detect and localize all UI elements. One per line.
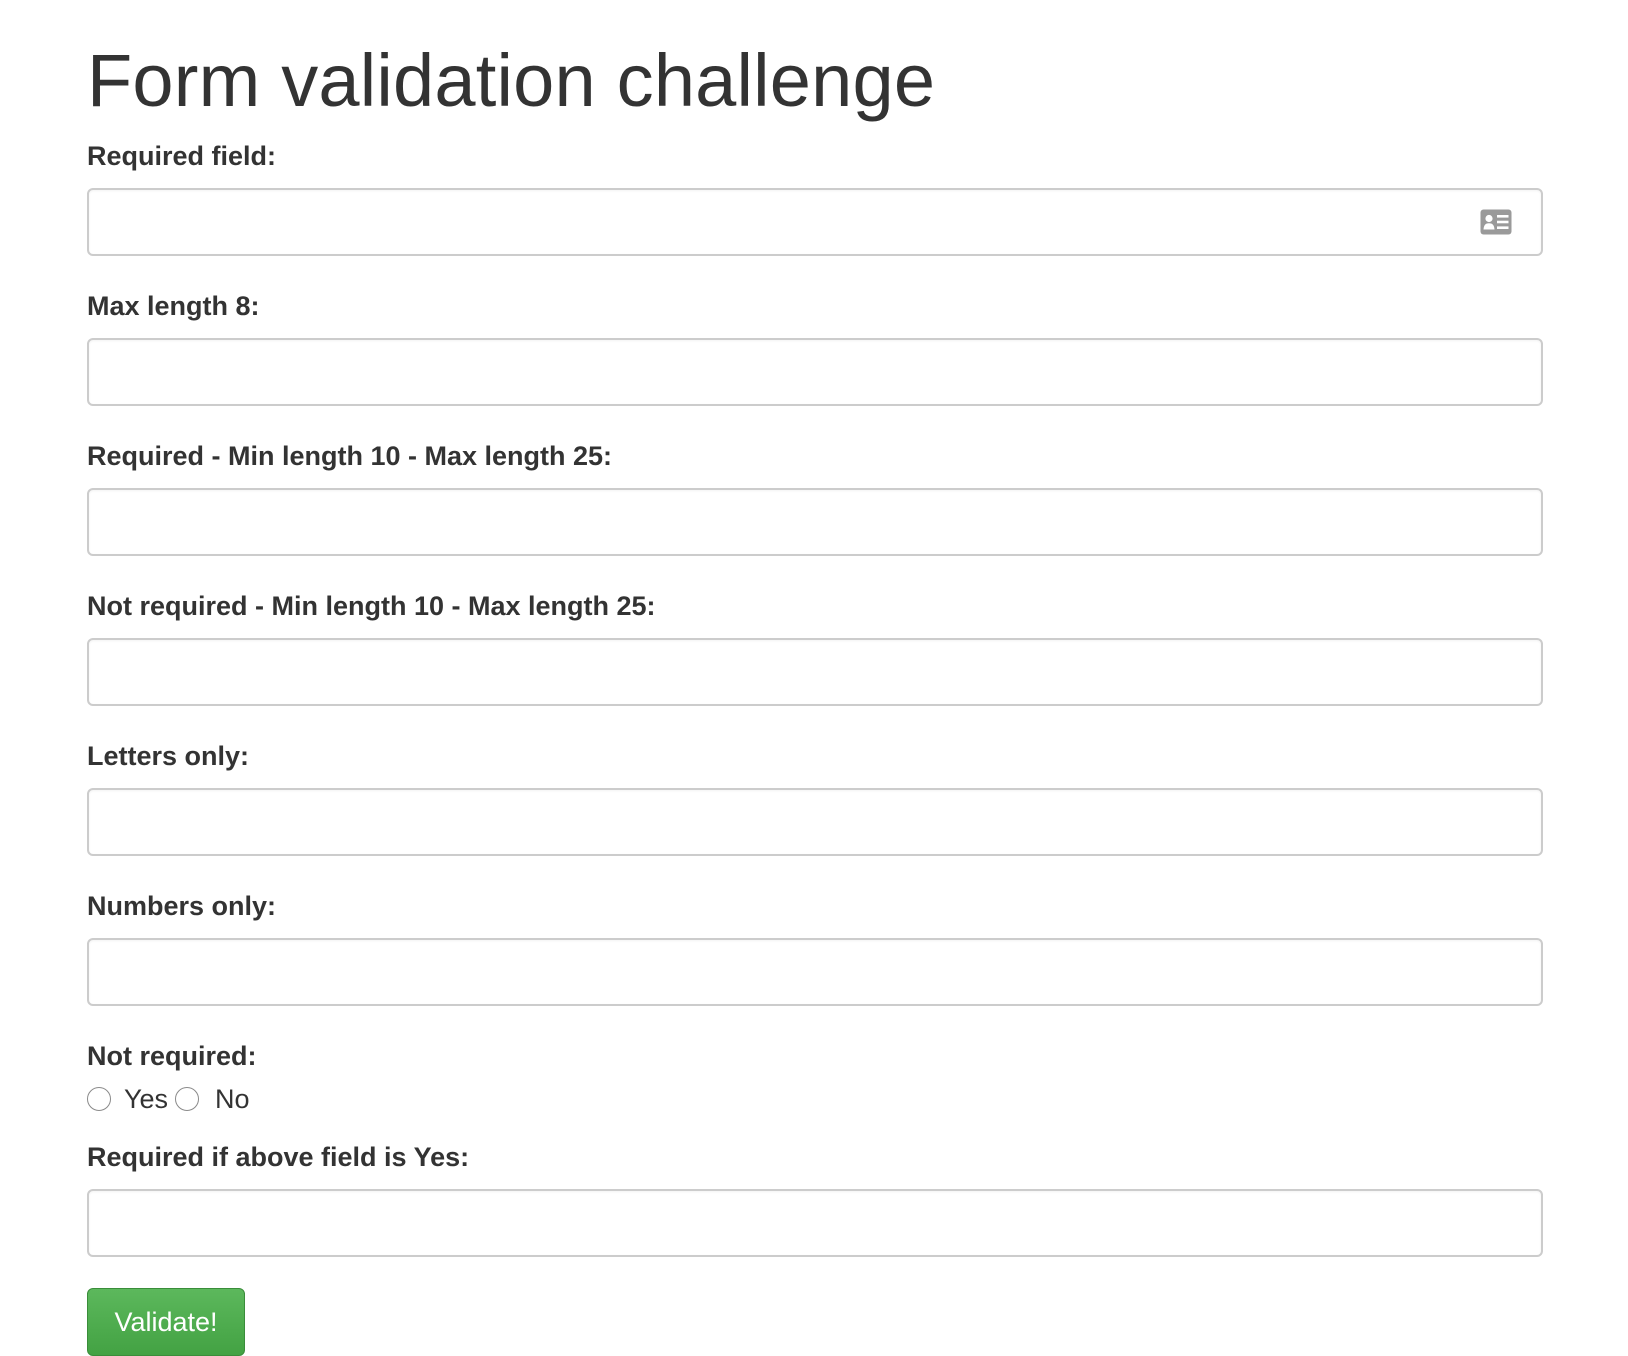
radio-no-button[interactable] — [175, 1087, 200, 1111]
required-min10-max25-input[interactable] — [87, 488, 1543, 556]
required-if-yes-label: Required if above field is Yes: — [87, 1142, 470, 1172]
required-field-label: Required field: — [87, 141, 277, 171]
letters-only-input[interactable] — [87, 788, 1543, 856]
radio-option-yes[interactable]: Yes — [87, 1084, 175, 1115]
radio-no-label: No — [215, 1083, 250, 1114]
radio-option-no[interactable]: No — [175, 1084, 257, 1115]
max-length-8-input[interactable] — [87, 338, 1543, 406]
contact-card-icon[interactable] — [1480, 209, 1512, 235]
validate-button[interactable]: Validate! — [87, 1288, 245, 1356]
numbers-only-label: Numbers only: — [87, 891, 277, 921]
numbers-only-input[interactable] — [87, 938, 1543, 1006]
yes-no-radio-group: Yes No — [87, 1081, 257, 1117]
radio-yes-button[interactable] — [87, 1087, 111, 1111]
page-title: Form validation challenge — [87, 39, 936, 122]
required-if-yes-input[interactable] — [87, 1189, 1543, 1257]
letters-only-label: Letters only: — [87, 741, 250, 771]
not-required-min10-max25-label: Not required - Min length 10 - Max lengt… — [87, 591, 656, 621]
required-min10-max25-label: Required - Min length 10 - Max length 25… — [87, 441, 613, 471]
radio-yes-label: Yes — [124, 1083, 169, 1114]
required-field-input[interactable] — [87, 188, 1543, 256]
not-required-min10-max25-input[interactable] — [87, 638, 1543, 706]
max-length-8-label: Max length 8: — [87, 291, 260, 321]
not-required-radio-label: Not required: — [87, 1041, 257, 1071]
